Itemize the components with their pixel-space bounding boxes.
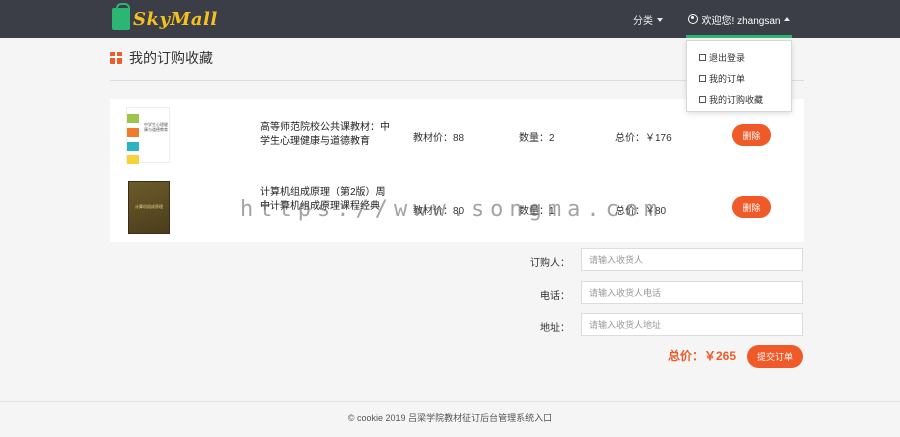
- admin-entry-link[interactable]: 吕梁学院教材征订后台管理系统入口: [408, 413, 552, 423]
- address-input[interactable]: [581, 313, 803, 336]
- cart-icon: [699, 96, 706, 103]
- menu-item-favorites[interactable]: 我的订购收藏: [687, 89, 791, 110]
- address-label: 地址：: [540, 323, 570, 334]
- watermark: https://www.songma.com: [240, 197, 664, 222]
- user-menu[interactable]: 欢迎您! zhangsan: [686, 0, 792, 38]
- delete-button[interactable]: 删除: [732, 124, 771, 146]
- menu-item-label: 我的订购收藏: [709, 95, 764, 105]
- page-header: 我的订购收藏: [110, 48, 213, 68]
- menu-item-orders[interactable]: 我的订单: [687, 68, 791, 89]
- menu-item-label: 退出登录: [709, 53, 746, 63]
- footer: © cookie 2019 吕梁学院教材征订后台管理系统入口: [0, 411, 900, 424]
- book-quantity: 数量：2: [519, 133, 555, 144]
- book-cover[interactable]: 中学生心理健康与道德教育: [126, 107, 170, 164]
- phone-label: 电话：: [540, 291, 570, 302]
- category-label: 分类: [633, 16, 653, 27]
- buyer-label: 订购人：: [530, 258, 570, 269]
- divider: [0, 401, 900, 402]
- book-total: 总价：￥176: [615, 133, 672, 144]
- user-greeting: 欢迎您! zhangsan: [701, 15, 781, 27]
- phone-input[interactable]: [581, 281, 803, 304]
- copyright: © cookie 2019: [347, 413, 406, 423]
- user-icon: [687, 14, 698, 24]
- submit-order-button[interactable]: 提交订单: [747, 345, 803, 368]
- logo[interactable]: SkyMall: [112, 3, 218, 32]
- cover-title: 中学生心理健康与道德教育: [144, 122, 168, 132]
- menu-item-logout[interactable]: 退出登录: [687, 47, 791, 68]
- page-title: 我的订购收藏: [129, 50, 213, 66]
- delete-button[interactable]: 删除: [732, 196, 771, 218]
- logout-icon: [699, 54, 706, 61]
- buyer-input[interactable]: [581, 248, 803, 271]
- list-icon: [699, 75, 706, 82]
- book-name[interactable]: 高等师范院校公共课教材：中学生心理健康与道德教育: [260, 121, 390, 149]
- book-price: 教材价：88: [413, 133, 465, 144]
- shopping-bag-icon: [112, 3, 130, 30]
- category-menu[interactable]: 分类: [633, 12, 663, 27]
- gift-icon: [110, 52, 122, 64]
- navbar: SkyMall 分类 欢迎您! zhangsan: [0, 0, 900, 38]
- user-dropdown: 退出登录 我的订单 我的订购收藏: [686, 40, 792, 112]
- book-cover[interactable]: 计算机组成原理: [128, 181, 170, 234]
- cover-title: 计算机组成原理: [135, 204, 163, 209]
- logo-text: SkyMall: [133, 8, 218, 30]
- chevron-down-icon: [657, 17, 663, 22]
- chevron-up-icon: [784, 17, 791, 21]
- order-total: 总价：￥265: [668, 349, 737, 363]
- menu-item-label: 我的订单: [709, 74, 746, 84]
